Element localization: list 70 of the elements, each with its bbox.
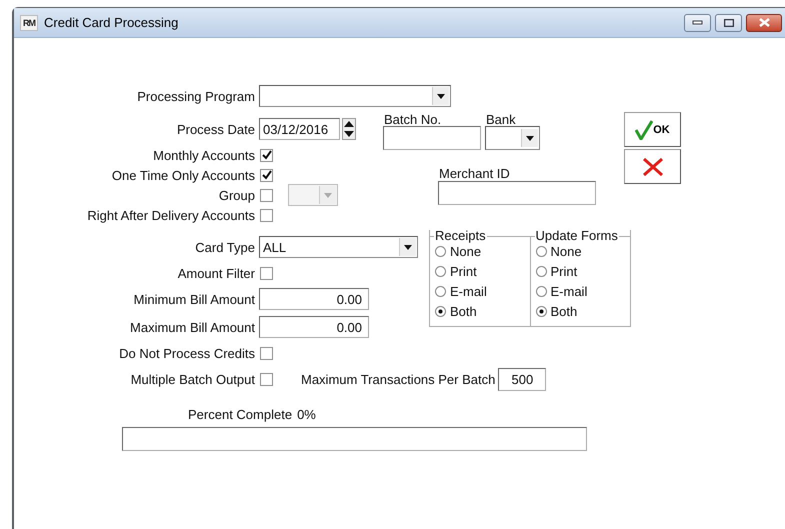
radio-label: Both — [450, 304, 477, 318]
field-label: Batch No. — [383, 113, 442, 126]
dropdown-arrow-icon — [324, 192, 332, 198]
radio-button[interactable] — [435, 286, 446, 296]
radio-label: Print — [450, 264, 477, 278]
minimize-button[interactable] — [684, 14, 711, 32]
radio-button[interactable] — [435, 246, 446, 256]
field-label: Right After Delivery Accounts — [86, 208, 255, 222]
dropdown[interactable] — [259, 85, 451, 107]
window-title: Credit Card Processing — [44, 15, 178, 30]
group-title: Receipts — [434, 228, 487, 243]
checkbox[interactable] — [260, 208, 273, 222]
maximize-button[interactable] — [715, 14, 742, 32]
field-label: Multiple Batch Output — [130, 372, 255, 386]
field-label: Merchant ID — [438, 167, 511, 180]
field-label: One Time Only Accounts — [110, 168, 255, 182]
up-down-arrows-icon — [343, 119, 355, 139]
radio-button[interactable] — [536, 266, 546, 276]
field-label: Maximum Transactions Per Batch — [301, 372, 496, 386]
merchant-id-field[interactable] — [438, 181, 596, 205]
ok-button[interactable]: OK — [624, 112, 681, 147]
radio-button[interactable] — [536, 246, 546, 256]
checkbox[interactable] — [260, 346, 273, 360]
field-label: Minimum Bill Amount — [132, 292, 255, 306]
batch-number-field[interactable] — [383, 126, 481, 150]
radio-label: E-mail — [550, 284, 588, 298]
progress-label: Percent Complete — [188, 407, 292, 422]
checkbox[interactable] — [260, 168, 273, 182]
field-label: Amount Filter — [176, 266, 255, 280]
field-label: Group — [218, 188, 255, 202]
field-label: Process Date — [176, 122, 255, 136]
number-field[interactable]: 500 — [498, 368, 546, 390]
radio-button[interactable] — [435, 306, 446, 316]
checkbox[interactable] — [260, 188, 273, 202]
maximize-icon — [724, 18, 734, 26]
field-label: Bank — [485, 113, 517, 126]
group-title: Update Forms — [534, 228, 619, 243]
date-field[interactable]: 03/12/2016 — [259, 118, 340, 140]
radio-label: None — [550, 244, 582, 258]
close-icon — [758, 18, 770, 27]
progress-reading: 0% — [297, 407, 316, 422]
checkbox[interactable] — [260, 266, 273, 280]
minimize-icon — [692, 20, 703, 25]
amount-field[interactable]: 0.00 — [259, 288, 369, 310]
radio-button[interactable] — [435, 266, 446, 276]
dropdown-arrow-icon — [526, 136, 534, 140]
checkbox[interactable] — [260, 148, 273, 162]
dropdown-arrow-icon — [437, 94, 445, 98]
field-label: Monthly Accounts — [152, 148, 255, 162]
field-label: Card Type — [194, 240, 255, 254]
field-label: Maximum Bill Amount — [129, 320, 255, 334]
cross-icon — [642, 156, 664, 176]
dropdown-arrow-icon — [404, 244, 412, 250]
radio-label: Print — [550, 264, 578, 278]
checkbox[interactable] — [260, 372, 273, 386]
radio-label: Both — [550, 304, 578, 318]
radio-label: E-mail — [450, 284, 487, 298]
dropdown[interactable]: ALL — [259, 236, 418, 258]
field-label: Processing Program — [136, 88, 255, 104]
cancel-button[interactable] — [624, 149, 681, 184]
app-icon: RM — [20, 14, 38, 30]
radio-label: None — [450, 244, 482, 258]
field-label: Do Not Process Credits — [118, 346, 255, 360]
amount-field[interactable]: 0.00 — [259, 316, 369, 338]
dropdown[interactable] — [485, 126, 540, 150]
checkmark-icon — [635, 120, 654, 140]
spinner-button[interactable] — [342, 118, 356, 140]
radio-button[interactable] — [536, 286, 546, 296]
close-button[interactable] — [746, 14, 782, 32]
radio-button[interactable] — [536, 306, 546, 316]
